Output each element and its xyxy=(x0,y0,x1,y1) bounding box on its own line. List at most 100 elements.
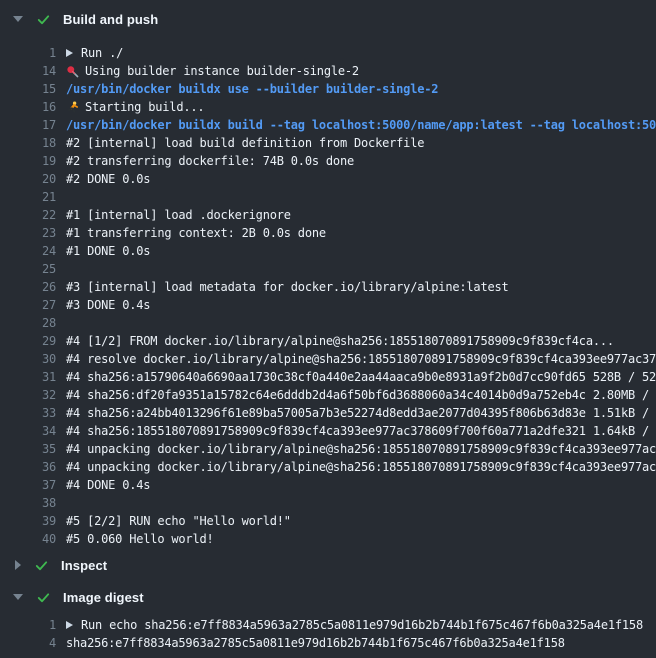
line-number[interactable]: 34 xyxy=(0,422,56,440)
section-header-build-and-push[interactable]: Build and push xyxy=(0,8,656,30)
log-line: 4sha256:e7ff8834a5963a2785c5a0811e979d16… xyxy=(0,634,656,652)
log-text-value: #4 unpacking docker.io/library/alpine@sh… xyxy=(66,440,656,458)
line-number[interactable]: 14 xyxy=(0,62,56,80)
section-header-image-digest[interactable]: Image digest xyxy=(0,586,656,608)
runner-icon xyxy=(66,101,79,114)
chevron-down-icon xyxy=(13,16,23,22)
log-line: 14 Using builder instance builder-single-… xyxy=(0,62,656,80)
log-text: #1 transferring context: 2B 0.0s done xyxy=(66,224,656,242)
expand-arrow-icon[interactable] xyxy=(66,49,73,57)
log-text: #4 unpacking docker.io/library/alpine@sh… xyxy=(66,458,656,476)
line-number[interactable]: 17 xyxy=(0,116,56,134)
section-header-inspect[interactable]: Inspect xyxy=(0,554,656,576)
image-digest-log: 1 Run echo sha256:e7ff8834a5963a2785c5a08… xyxy=(0,616,656,652)
log-text: #1 [internal] load .dockerignore xyxy=(66,206,656,224)
line-number[interactable]: 27 xyxy=(0,296,56,314)
line-number[interactable]: 33 xyxy=(0,404,56,422)
log-text-value: #4 sha256:a15790640a6690aa1730c38cf0a440… xyxy=(66,368,656,386)
log-line: 22 #1 [internal] load .dockerignore xyxy=(0,206,656,224)
log-text-value: #1 DONE 0.0s xyxy=(66,242,150,260)
log-line: 1 Run ./ xyxy=(0,44,656,62)
log-line: 25 xyxy=(0,260,656,278)
log-text-value: #4 sha256:a24bb4013296f61e89ba57005a7b3e… xyxy=(66,404,656,422)
line-number[interactable]: 25 xyxy=(0,260,56,278)
log-text xyxy=(66,260,656,278)
log-line: 15/usr/bin/docker buildx use --builder b… xyxy=(0,80,656,98)
expand-arrow-icon[interactable] xyxy=(66,621,73,629)
line-number[interactable]: 31 xyxy=(0,368,56,386)
line-number[interactable]: 1 xyxy=(0,616,56,634)
log-line: 20 #2 DONE 0.0s xyxy=(0,170,656,188)
log-text-value: Starting build... xyxy=(85,98,204,116)
log-text: #4 sha256:185518070891758909c9f839cf4ca3… xyxy=(66,422,656,440)
line-number[interactable]: 15 xyxy=(0,80,56,98)
log-text-value: /usr/bin/docker buildx build --tag local… xyxy=(66,116,656,134)
log-text: #4 [1/2] FROM docker.io/library/alpine@s… xyxy=(66,332,656,350)
log-line: 32#4 sha256:df20fa9351a15782c64e6dddb2d4… xyxy=(0,386,656,404)
line-number[interactable]: 21 xyxy=(0,188,56,206)
build-and-push-log: 1 Run ./ 14 Using builder instance builder-… xyxy=(0,44,656,548)
log-text: #5 [2/2] RUN echo "Hello world!" xyxy=(66,512,656,530)
log-text-value: #3 [internal] load metadata for docker.i… xyxy=(66,278,509,296)
log-text: Run ./ xyxy=(66,44,656,62)
line-number[interactable]: 20 xyxy=(0,170,56,188)
log-text: #5 0.060 Hello world! xyxy=(66,530,656,548)
log-text: #4 unpacking docker.io/library/alpine@sh… xyxy=(66,440,656,458)
log-text-value: #2 DONE 0.0s xyxy=(66,170,150,188)
log-line: 18 #2 [internal] load build definition fr… xyxy=(0,134,656,152)
log-text: #1 DONE 0.0s xyxy=(66,242,656,260)
log-text: #4 DONE 0.4s xyxy=(66,476,656,494)
log-text: #3 DONE 0.4s xyxy=(66,296,656,314)
log-text-value: #4 unpacking docker.io/library/alpine@sh… xyxy=(66,458,656,476)
line-number[interactable]: 37 xyxy=(0,476,56,494)
line-number[interactable]: 24 xyxy=(0,242,56,260)
log-text: #2 transferring dockerfile: 74B 0.0s don… xyxy=(66,152,656,170)
line-number[interactable]: 30 xyxy=(0,350,56,368)
log-text-value: #5 [2/2] RUN echo "Hello world!" xyxy=(66,512,291,530)
line-number[interactable]: 19 xyxy=(0,152,56,170)
line-number[interactable]: 35 xyxy=(0,440,56,458)
line-number[interactable]: 39 xyxy=(0,512,56,530)
line-number[interactable]: 38 xyxy=(0,494,56,512)
check-success-icon xyxy=(36,12,51,27)
log-line: 34 #4 sha256:185518070891758909c9f839cf4c… xyxy=(0,422,656,440)
log-text-value: #3 DONE 0.4s xyxy=(66,296,150,314)
line-number[interactable]: 28 xyxy=(0,314,56,332)
log-text: #2 [internal] load build definition from… xyxy=(66,134,656,152)
log-line: 16 Starting build... xyxy=(0,98,656,116)
line-number[interactable]: 29 xyxy=(0,332,56,350)
log-text-value: #1 [internal] load .dockerignore xyxy=(66,206,291,224)
line-number[interactable]: 32 xyxy=(0,386,56,404)
line-number[interactable]: 1 xyxy=(0,44,56,62)
log-text-value: #5 0.060 Hello world! xyxy=(66,530,214,548)
line-number[interactable]: 40 xyxy=(0,530,56,548)
log-text: Using builder instance builder-single-2 xyxy=(66,62,656,80)
log-line: 21 xyxy=(0,188,656,206)
line-number[interactable]: 23 xyxy=(0,224,56,242)
line-number[interactable]: 4 xyxy=(0,634,56,652)
chevron-down-icon xyxy=(13,594,23,600)
log-line: 36 #4 unpacking docker.io/library/alpine@… xyxy=(0,458,656,476)
log-line: 1 Run echo sha256:e7ff8834a5963a2785c5a08… xyxy=(0,616,656,634)
log-text-value: #4 [1/2] FROM docker.io/library/alpine@s… xyxy=(66,332,614,350)
section-title: Inspect xyxy=(61,558,107,573)
line-number[interactable]: 36 xyxy=(0,458,56,476)
log-line: 35 #4 unpacking docker.io/library/alpine@… xyxy=(0,440,656,458)
log-line: 38 xyxy=(0,494,656,512)
log-line: 30#4 resolve docker.io/library/alpine@sh… xyxy=(0,350,656,368)
log-text xyxy=(66,188,656,206)
line-number[interactable]: 16 xyxy=(0,98,56,116)
log-text-value: Run echo sha256:e7ff8834a5963a2785c5a081… xyxy=(81,616,643,634)
log-line: 31 #4 sha256:a15790640a6690aa1730c38cf0a4… xyxy=(0,368,656,386)
line-number[interactable]: 18 xyxy=(0,134,56,152)
log-text-value: #4 sha256:185518070891758909c9f839cf4ca3… xyxy=(66,422,656,440)
line-number[interactable]: 26 xyxy=(0,278,56,296)
log-line: 40 #5 0.060 Hello world! xyxy=(0,530,656,548)
log-line: 29 #4 [1/2] FROM docker.io/library/alpine… xyxy=(0,332,656,350)
log-text-value: #1 transferring context: 2B 0.0s done xyxy=(66,224,326,242)
line-number[interactable]: 22 xyxy=(0,206,56,224)
log-text: Run echo sha256:e7ff8834a5963a2785c5a081… xyxy=(66,616,656,634)
log-command-text: /usr/bin/docker buildx use --builder bui… xyxy=(66,80,656,98)
log-line: 24 #1 DONE 0.0s xyxy=(0,242,656,260)
log-text: #4 sha256:a24bb4013296f61e89ba57005a7b3e… xyxy=(66,404,656,422)
